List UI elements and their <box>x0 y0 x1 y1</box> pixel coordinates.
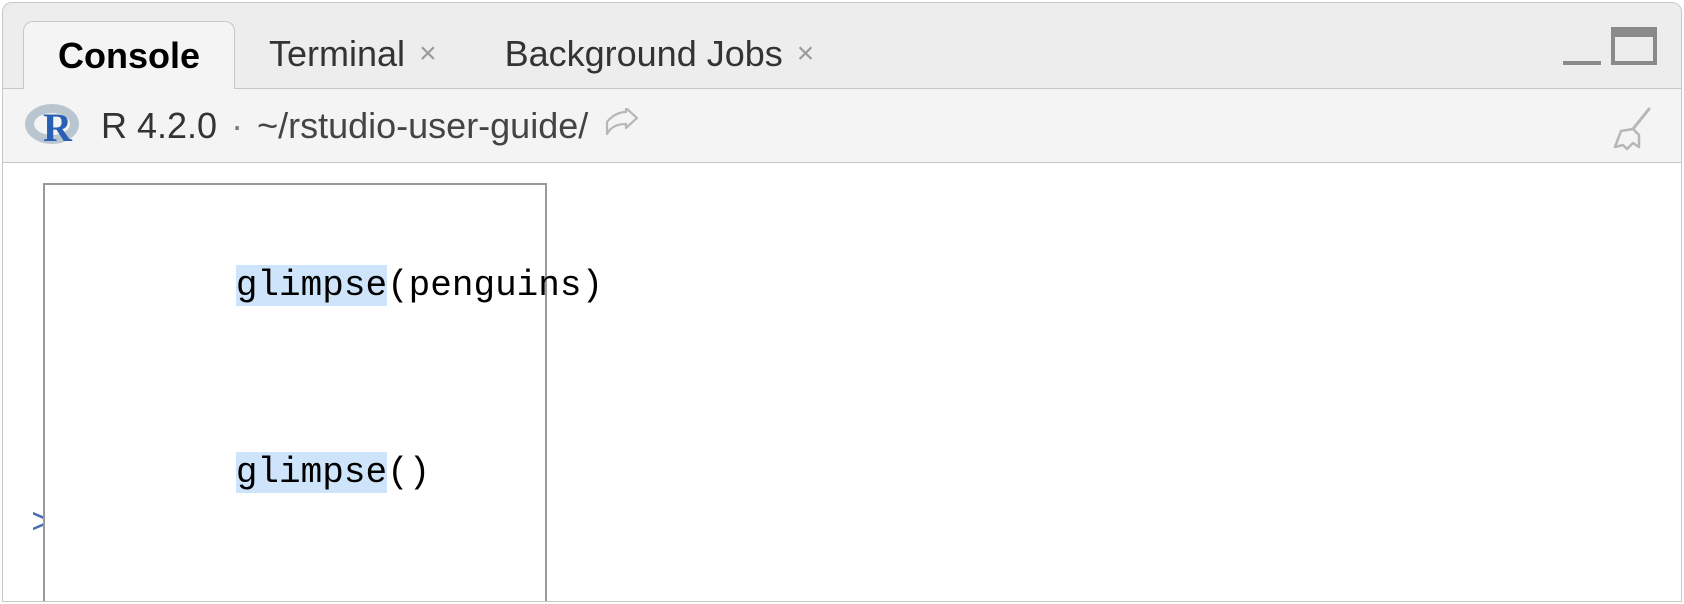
history-item[interactable]: glimpse(penguins) <box>45 193 545 379</box>
tab-terminal-label: Terminal <box>269 33 405 75</box>
maximize-pane-icon[interactable] <box>1611 27 1657 65</box>
working-directory-label[interactable]: ~/rstudio-user-guide/ <box>257 105 588 147</box>
history-item-rest: (penguins) <box>387 265 603 306</box>
tab-console-label: Console <box>58 35 200 77</box>
console-panel: Console Terminal × Background Jobs × R R… <box>2 2 1682 602</box>
r-logo-icon: R <box>25 104 79 148</box>
info-separator: · <box>231 105 243 147</box>
minimize-pane-icon[interactable] <box>1563 47 1601 65</box>
tab-bar: Console Terminal × Background Jobs × <box>3 3 1681 89</box>
window-controls <box>1563 27 1657 65</box>
history-search-popup: glimpse(penguins) glimpse() glimpse(midw… <box>43 183 547 602</box>
history-match-highlight: glimpse <box>236 452 387 493</box>
console-info-bar: R R 4.2.0 · ~/rstudio-user-guide/ <box>3 89 1681 163</box>
tab-console[interactable]: Console <box>23 21 235 89</box>
clear-console-broom-icon[interactable] <box>1609 103 1659 162</box>
history-item-rest: () <box>387 452 430 493</box>
history-match-highlight: glimpse <box>236 265 387 306</box>
r-version-label: R 4.2.0 <box>101 105 217 147</box>
popout-icon[interactable] <box>604 108 638 144</box>
console-body[interactable]: glimpse(penguins) glimpse() glimpse(midw… <box>3 163 1681 601</box>
close-icon[interactable]: × <box>419 39 437 69</box>
tab-terminal[interactable]: Terminal × <box>235 20 471 88</box>
close-icon[interactable]: × <box>797 39 815 69</box>
tab-background-jobs[interactable]: Background Jobs × <box>471 20 849 88</box>
history-item[interactable]: glimpse(midwest) <box>45 565 545 602</box>
tab-background-jobs-label: Background Jobs <box>505 33 783 75</box>
history-item[interactable]: glimpse() <box>45 379 545 565</box>
